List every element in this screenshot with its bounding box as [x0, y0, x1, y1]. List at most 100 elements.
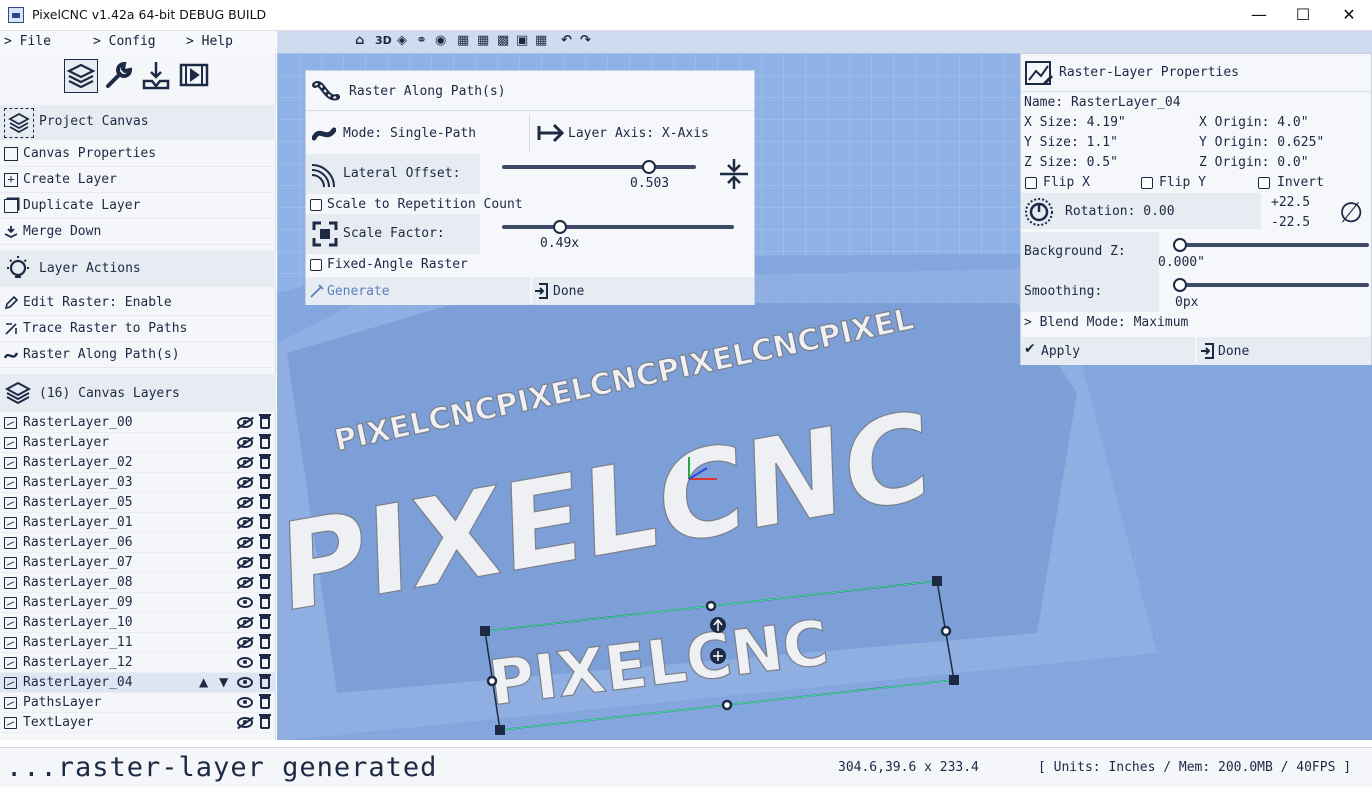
view-3d-button[interactable]: 3D	[375, 34, 392, 47]
eye-icon[interactable]	[237, 677, 253, 688]
layer-row[interactable]: TextLayer	[0, 713, 276, 733]
redo-icon[interactable]: ↷	[580, 33, 591, 48]
globe-icon[interactable]: ⚭	[416, 33, 427, 48]
eye-hidden-icon[interactable]	[237, 537, 253, 548]
scale-factor-slider[interactable]: 0.49x	[482, 214, 752, 254]
layer-row[interactable]: PathsLayer	[0, 693, 276, 713]
layers-tab-icon[interactable]	[64, 59, 98, 93]
duplicate-layer-button[interactable]: Duplicate Layer	[0, 193, 276, 219]
layer-row[interactable]: RasterLayer_12	[0, 653, 276, 673]
simulation-tab-icon[interactable]	[178, 59, 212, 93]
trash-icon[interactable]	[259, 574, 271, 589]
maximize-button[interactable]: ☐	[1280, 0, 1326, 31]
props-done-button[interactable]: Done	[1197, 337, 1371, 365]
home-icon[interactable]: ⌂	[355, 33, 364, 48]
eye-icon[interactable]: ◉	[435, 33, 446, 48]
eye-hidden-icon[interactable]	[237, 437, 253, 448]
menu-file[interactable]: > File	[4, 34, 51, 49]
rotation-control[interactable]: Rotation: 0.00	[1021, 193, 1261, 229]
layer-row[interactable]: RasterLayer_10	[0, 613, 276, 633]
scale-repetition-checkbox[interactable]	[310, 199, 322, 211]
trash-icon[interactable]	[259, 594, 271, 609]
toolpath-tab-icon[interactable]	[140, 59, 174, 93]
layers-view-icon[interactable]: ◈	[397, 33, 407, 48]
layer-row[interactable]: RasterLayer_04 ▲ ▼	[0, 673, 276, 693]
done-button[interactable]: Done	[532, 277, 754, 305]
generate-button[interactable]: Generate	[306, 277, 530, 305]
rotate-minus-button[interactable]: -22.5	[1271, 215, 1310, 230]
grid-snap-icon[interactable]: ▩	[497, 33, 509, 48]
eye-hidden-icon[interactable]	[237, 417, 253, 428]
blend-mode-dropdown[interactable]: > Blend Mode: Maximum	[1024, 315, 1188, 330]
grid-icon[interactable]: ▦	[477, 33, 489, 48]
layer-row[interactable]: RasterLayer_06	[0, 533, 276, 553]
compress-icon[interactable]	[716, 157, 752, 191]
trace-raster-button[interactable]: Trace Raster to Paths	[0, 316, 276, 342]
3d-viewport[interactable]: PIXELCNCPIXELCNCPIXELCNCPIXEL PIXELCNC P…	[277, 53, 1372, 740]
wrench-tab-icon[interactable]	[102, 59, 136, 93]
move-layer-down-icon[interactable]: ▼	[219, 675, 228, 689]
background-z-knob[interactable]	[1173, 238, 1187, 252]
flip-x-checkbox[interactable]	[1025, 177, 1037, 189]
eye-icon[interactable]	[237, 697, 253, 708]
layer-row[interactable]: RasterLayer_05	[0, 493, 276, 513]
merge-down-button[interactable]: Merge Down	[0, 219, 276, 245]
trash-icon[interactable]	[259, 714, 271, 729]
layer-row[interactable]: RasterLayer_03	[0, 473, 276, 493]
background-z-slider[interactable]: 0.000"	[1158, 232, 1371, 272]
canvas-properties-button[interactable]: Canvas Properties	[0, 141, 276, 167]
menu-config[interactable]: > Config	[93, 34, 156, 49]
invert-checkbox[interactable]	[1258, 177, 1270, 189]
smoothing-knob[interactable]	[1173, 278, 1187, 292]
minimize-button[interactable]: —	[1236, 0, 1282, 31]
trash-icon[interactable]	[259, 654, 271, 669]
trash-icon[interactable]	[259, 474, 271, 489]
edit-raster-button[interactable]: Edit Raster: Enable	[0, 290, 276, 316]
eye-hidden-icon[interactable]	[237, 637, 253, 648]
trash-icon[interactable]	[259, 454, 271, 469]
rotate-plus-button[interactable]: +22.5	[1271, 195, 1310, 210]
eye-icon[interactable]	[237, 657, 253, 668]
trash-icon[interactable]	[259, 634, 271, 649]
layer-row[interactable]: RasterLayer_08	[0, 573, 276, 593]
mode-button[interactable]: Mode: Single-Path	[306, 114, 530, 152]
layer-actions-header[interactable]: Layer Actions	[0, 251, 276, 287]
canvas-layers-header[interactable]: (16) Canvas Layers	[0, 374, 276, 412]
trash-icon[interactable]	[259, 414, 271, 429]
eye-hidden-icon[interactable]	[237, 497, 253, 508]
trash-icon[interactable]	[259, 494, 271, 509]
trash-icon[interactable]	[259, 694, 271, 709]
table-icon[interactable]: ▦	[535, 33, 547, 48]
layer-row[interactable]: RasterLayer_02	[0, 453, 276, 473]
flip-y-checkbox[interactable]	[1141, 177, 1153, 189]
project-canvas-header[interactable]: Project Canvas	[0, 105, 276, 140]
eye-hidden-icon[interactable]	[237, 577, 253, 588]
layer-row[interactable]: RasterLayer_11	[0, 633, 276, 653]
smoothing-slider[interactable]: 0px	[1161, 272, 1371, 312]
move-layer-up-icon[interactable]: ▲	[199, 675, 208, 689]
layer-row[interactable]: RasterLayer	[0, 433, 276, 453]
eye-hidden-icon[interactable]	[237, 517, 253, 528]
close-button[interactable]: ✕	[1326, 0, 1372, 31]
trash-icon[interactable]	[259, 554, 271, 569]
eye-hidden-icon[interactable]	[237, 617, 253, 628]
create-layer-button[interactable]: + Create Layer	[0, 167, 276, 193]
trash-icon[interactable]	[259, 514, 271, 529]
eye-hidden-icon[interactable]	[237, 557, 253, 568]
layer-row[interactable]: RasterLayer_01	[0, 513, 276, 533]
raster-along-path-button[interactable]: Raster Along Path(s)	[0, 342, 276, 368]
eye-hidden-icon[interactable]	[237, 477, 253, 488]
menu-help[interactable]: > Help	[186, 34, 233, 49]
apply-button[interactable]: ✔ Apply	[1021, 337, 1195, 365]
trash-icon[interactable]	[259, 674, 271, 689]
trash-icon[interactable]	[259, 434, 271, 449]
bounds-icon[interactable]: ▣	[516, 33, 528, 48]
layer-axis-button[interactable]: Layer Axis: X-Axis	[532, 114, 754, 152]
reset-rotation-icon[interactable]: ∅	[1339, 196, 1363, 229]
layer-row[interactable]: RasterLayer_07	[0, 553, 276, 573]
lateral-offset-knob[interactable]	[642, 160, 657, 174]
ruler-icon[interactable]: ▦	[457, 33, 469, 48]
eye-icon[interactable]	[237, 597, 253, 608]
fixed-angle-checkbox[interactable]	[310, 259, 322, 271]
layer-row[interactable]: RasterLayer_09	[0, 593, 276, 613]
